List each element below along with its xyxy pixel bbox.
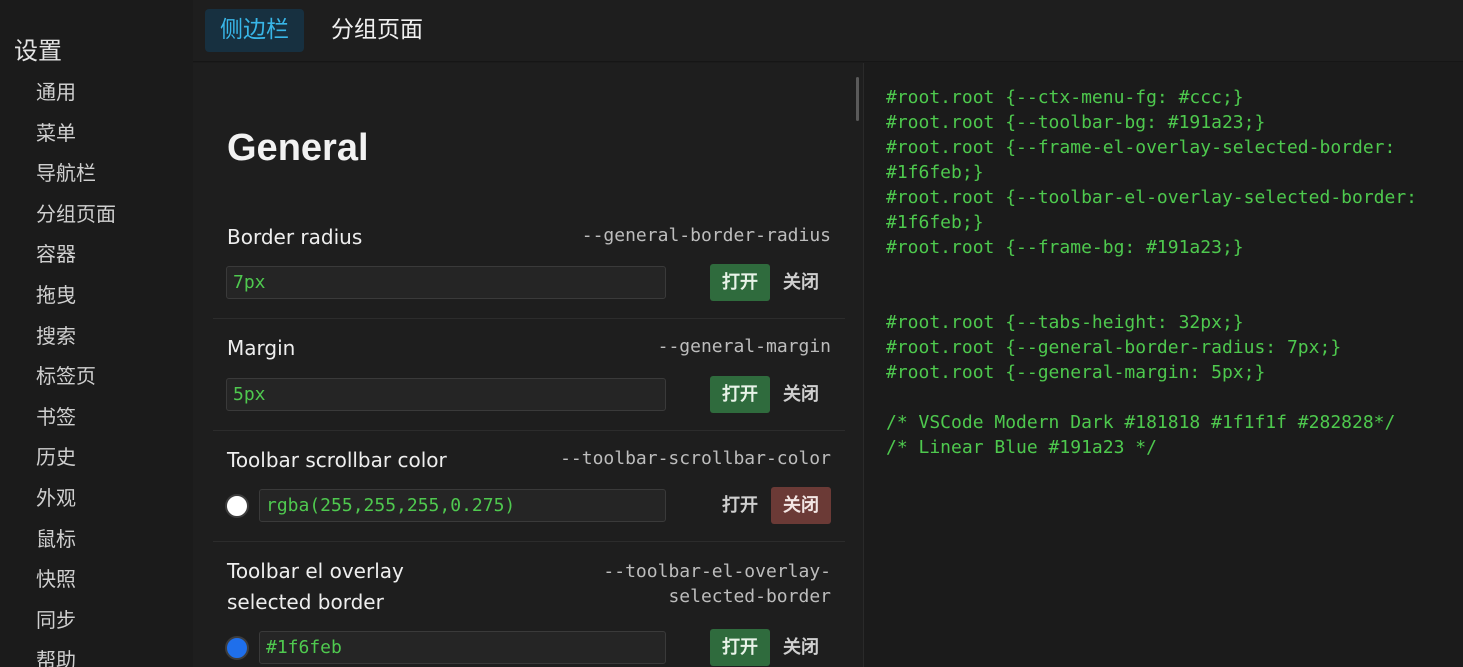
off-button[interactable]: 关闭 bbox=[776, 629, 826, 666]
sidebar-item-containers[interactable]: 容器 bbox=[36, 240, 116, 281]
overlay-border-color-input[interactable]: #1f6feb bbox=[259, 631, 666, 664]
color-swatch[interactable] bbox=[225, 636, 249, 660]
code-line: #1f6feb;} bbox=[886, 162, 984, 183]
code-line: #root.root {--tabs-height: 32px;} bbox=[886, 312, 1244, 333]
setting-label-line: Toolbar el overlay bbox=[227, 559, 404, 583]
sidebar-item-navbar[interactable]: 导航栏 bbox=[36, 159, 116, 200]
sidebar-title: 设置 bbox=[14, 37, 62, 65]
code-line: #1f6feb;} bbox=[886, 212, 984, 233]
sidebar-item-general[interactable]: 通用 bbox=[36, 78, 116, 119]
tab-group-pages[interactable]: 分组页面 bbox=[316, 9, 438, 52]
setting-row-toolbar-el-overlay-selected-border: Toolbar el overlay selected border --too… bbox=[213, 542, 845, 667]
sidebar-item-bookmarks[interactable]: 书签 bbox=[36, 403, 116, 444]
code-line: /* Linear Blue #191a23 */ bbox=[886, 437, 1157, 458]
on-button[interactable]: 打开 bbox=[710, 264, 770, 301]
tab-sidebar[interactable]: 侧边栏 bbox=[205, 9, 304, 52]
sidebar-menu: 通用 菜单 导航栏 分组页面 容器 拖曳 搜索 标签页 书签 历史 外观 鼠标 … bbox=[36, 78, 116, 667]
on-button[interactable]: 打开 bbox=[710, 487, 770, 524]
code-line: #root.root {--frame-bg: #191a23;} bbox=[886, 237, 1244, 258]
sidebar: 设置 通用 菜单 导航栏 分组页面 容器 拖曳 搜索 标签页 书签 历史 外观 … bbox=[0, 0, 193, 667]
off-button[interactable]: 关闭 bbox=[771, 487, 831, 524]
section-title: General bbox=[227, 127, 369, 169]
tab-bar: 侧边栏 分组页面 bbox=[193, 0, 1463, 62]
panel-scrollbar[interactable] bbox=[856, 77, 859, 121]
css-variable-name: --toolbar-el-overlay- selected-border bbox=[603, 559, 831, 609]
code-line: #root.root {--toolbar-el-overlay-selecte… bbox=[886, 187, 1418, 208]
sidebar-item-sync[interactable]: 同步 bbox=[36, 606, 116, 647]
settings-panel: General Border radius --general-border-r… bbox=[193, 63, 863, 667]
code-line: #root.root {--general-margin: 5px;} bbox=[886, 362, 1266, 383]
code-line: #root.root {--general-border-radius: 7px… bbox=[886, 337, 1342, 358]
setting-label: Margin bbox=[227, 336, 296, 360]
code-line: /* VSCode Modern Dark #181818 #1f1f1f #2… bbox=[886, 412, 1396, 433]
setting-row-border-radius: Border radius --general-border-radius 7p… bbox=[213, 208, 845, 319]
code-line: #root.root {--toolbar-bg: #191a23;} bbox=[886, 112, 1266, 133]
sidebar-item-menu[interactable]: 菜单 bbox=[36, 119, 116, 160]
off-button[interactable]: 关闭 bbox=[776, 376, 826, 413]
sidebar-item-tabs[interactable]: 标签页 bbox=[36, 362, 116, 403]
sidebar-item-drag[interactable]: 拖曳 bbox=[36, 281, 116, 322]
setting-label: Toolbar scrollbar color bbox=[227, 448, 447, 472]
setting-row-margin: Margin --general-margin 5px 打开 关闭 bbox=[213, 319, 845, 431]
setting-row-toolbar-scrollbar-color: Toolbar scrollbar color --toolbar-scroll… bbox=[213, 431, 845, 542]
on-button[interactable]: 打开 bbox=[710, 376, 770, 413]
sidebar-item-history[interactable]: 历史 bbox=[36, 443, 116, 484]
css-variable-name: --general-margin bbox=[657, 336, 831, 357]
sidebar-item-mouse[interactable]: 鼠标 bbox=[36, 525, 116, 566]
css-variable-name: --toolbar-scrollbar-color bbox=[560, 448, 831, 469]
off-button[interactable]: 关闭 bbox=[776, 264, 826, 301]
setting-label-line: selected border bbox=[227, 590, 384, 614]
margin-input[interactable]: 5px bbox=[226, 378, 666, 411]
sidebar-item-appearance[interactable]: 外观 bbox=[36, 484, 116, 525]
setting-label: Toolbar el overlay selected border bbox=[227, 556, 404, 618]
setting-label: Border radius bbox=[227, 225, 363, 249]
settings-app: 设置 通用 菜单 导航栏 分组页面 容器 拖曳 搜索 标签页 书签 历史 外观 … bbox=[0, 0, 1463, 667]
css-variable-name: --general-border-radius bbox=[581, 225, 831, 246]
on-button[interactable]: 打开 bbox=[710, 629, 770, 666]
scrollbar-color-input[interactable]: rgba(255,255,255,0.275) bbox=[259, 489, 666, 522]
css-output-panel[interactable]: #root.root {--ctx-menu-fg: #ccc;} #root.… bbox=[864, 63, 1463, 667]
code-line: #root.root {--frame-el-overlay-selected-… bbox=[886, 137, 1396, 158]
sidebar-item-snapshots[interactable]: 快照 bbox=[36, 565, 116, 606]
sidebar-item-group-pages[interactable]: 分组页面 bbox=[36, 200, 116, 241]
code-line: #root.root {--ctx-menu-fg: #ccc;} bbox=[886, 87, 1244, 108]
css-variable-line: --toolbar-el-overlay- bbox=[603, 561, 831, 582]
css-variable-line: selected-border bbox=[668, 586, 831, 607]
sidebar-item-help[interactable]: 帮助 bbox=[36, 646, 116, 667]
color-swatch[interactable] bbox=[225, 494, 249, 518]
border-radius-input[interactable]: 7px bbox=[226, 266, 666, 299]
sidebar-item-search[interactable]: 搜索 bbox=[36, 322, 116, 363]
